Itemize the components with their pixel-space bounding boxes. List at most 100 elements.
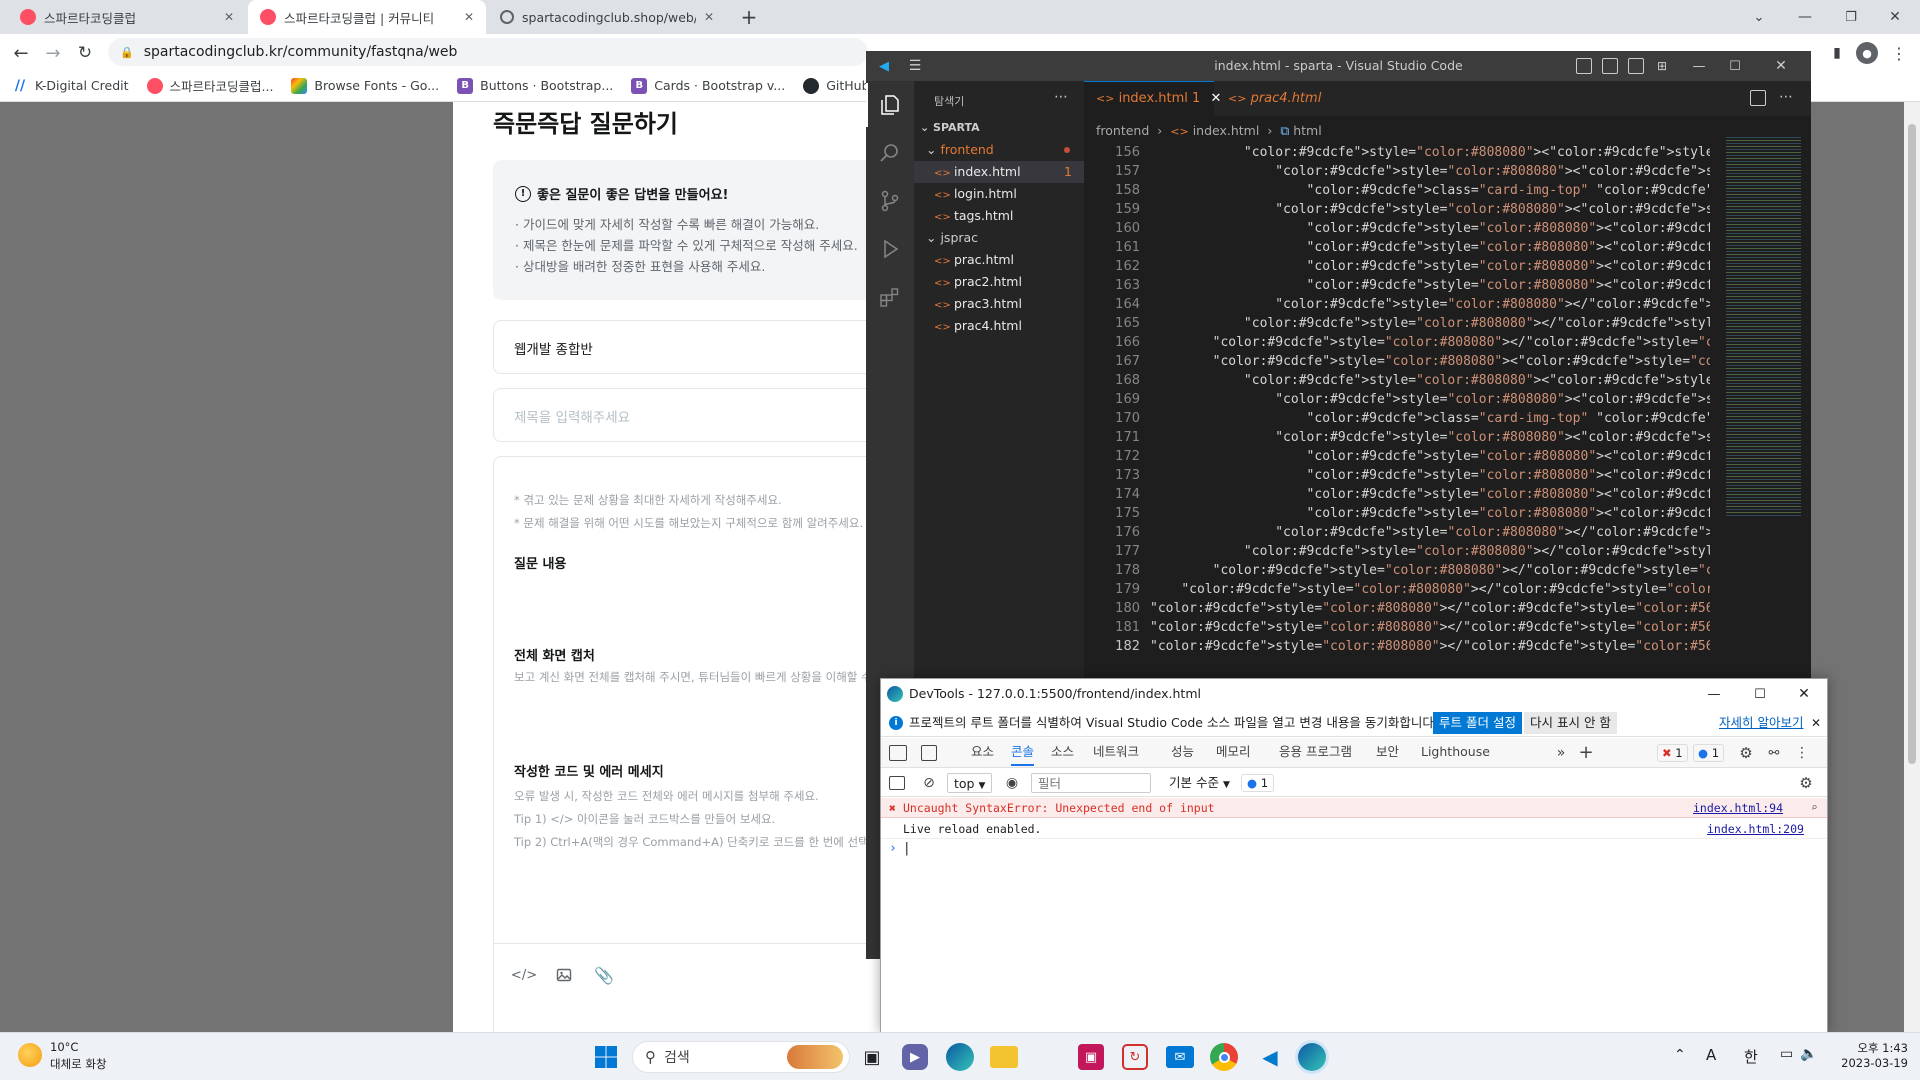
breadcrumb-item[interactable]: frontend [1096,123,1149,138]
vscode-icon[interactable]: ◀ [1254,1041,1286,1073]
maximize-icon[interactable]: ☐ [1751,685,1769,703]
back-icon[interactable]: ← [10,42,32,64]
more-tabs-icon[interactable]: » [1553,744,1569,762]
close-window-icon[interactable]: ✕ [1884,6,1906,28]
customize-layout-icon[interactable]: ⊞ [1654,58,1670,74]
breadcrumb-item[interactable]: index.html [1193,123,1260,138]
search-icon[interactable]: ⌕ [1811,798,1818,818]
edge-dev-icon[interactable] [1298,1043,1326,1071]
ime-mode[interactable]: A [1706,1046,1716,1064]
course-select[interactable]: 웹개발 종합반 [493,320,913,374]
volume-icon[interactable]: 🔈 [1800,1046,1817,1062]
learn-more-link[interactable]: 자세히 알아보기 [1719,709,1803,737]
bookmark[interactable]: 스파르타코딩클럽... [146,76,273,95]
close-icon[interactable]: ✕ [704,10,714,24]
app-icon[interactable]: ▣ [1078,1044,1104,1070]
devtools-tab[interactable]: 성능 [1171,738,1194,766]
tree-folder[interactable]: ⌄ jsprac [914,227,1084,249]
toggle-secondary-sidebar-icon[interactable] [1628,58,1644,74]
minimize-icon[interactable]: — [1794,6,1816,28]
devtools-tab[interactable]: 메모리 [1216,738,1251,766]
task-view-icon[interactable]: ▣ [856,1041,888,1073]
search-icon[interactable] [878,141,902,165]
close-window-icon[interactable]: ✕ [1795,685,1813,703]
address-bar[interactable]: 🔒 spartacodingclub.kr/community/fastqna/… [108,38,868,66]
tab-search-icon[interactable]: ⌄ [1748,6,1770,28]
restore-icon[interactable]: ❐ [1840,6,1862,28]
tree-file[interactable]: <> prac2.html [914,271,1084,293]
console-prompt[interactable]: › | [889,841,911,856]
source-link[interactable]: index.html:94 [1693,798,1783,818]
browser-tab-active[interactable]: 스파르타코딩클럽 | 커뮤니티 ✕ [248,0,486,34]
tree-file[interactable]: <> login.html [914,183,1084,205]
minimize-icon[interactable]: — [1690,57,1708,75]
editor-tab-active[interactable]: <> index.html 1 ✕ [1084,81,1221,116]
tree-file[interactable]: <> prac3.html [914,293,1084,315]
context-select[interactable]: top ▼ [947,773,993,793]
chrome-icon[interactable] [1210,1043,1238,1071]
bookmark[interactable]: B Buttons · Bootstrap... [457,77,613,94]
mail-icon[interactable]: ✉ [1166,1046,1194,1068]
bookmark[interactable]: Browse Fonts - Go... [291,77,439,94]
minimap[interactable] [1726,137,1801,517]
console-settings-icon[interactable]: ⚙ [1797,774,1815,792]
devtools-tab[interactable]: 소스 [1051,738,1074,766]
menu-icon[interactable]: ⋮ [1888,42,1910,64]
devtools-tab[interactable]: 네트워크 [1093,738,1139,766]
connection-icon[interactable]: ⚯ [1765,744,1783,762]
app-icon[interactable]: ↻ [1122,1044,1148,1070]
close-icon[interactable]: ✕ [224,10,234,24]
reload-icon[interactable]: ↻ [74,42,96,64]
tree-folder[interactable]: ⌄ frontend [914,139,1084,161]
run-debug-icon[interactable] [878,237,902,261]
attachment-icon[interactable]: 📎 [592,963,616,987]
taskbar-search[interactable]: ⚲ 검색 [632,1041,850,1073]
more-actions-icon[interactable]: ⋯ [1778,89,1794,105]
split-editor-icon[interactable] [1750,90,1766,106]
close-window-icon[interactable]: ✕ [1772,57,1790,75]
browser-tab[interactable]: spartacodingclub.shop/web/api/ ✕ [488,0,726,34]
live-expression-eye-icon[interactable]: ◉ [1003,775,1021,791]
code-editor[interactable]: "color:#9cdcfe">style="color:#808080"><"… [1150,143,1710,663]
source-control-icon[interactable] [878,189,902,213]
device-emulation-icon[interactable] [921,745,937,761]
bookmark[interactable]: // K-Digital Credit [12,78,129,94]
log-level-select[interactable]: 기본 수준 ▼ [1163,773,1236,793]
maximize-icon[interactable]: ☐ [1726,57,1744,75]
profile-avatar[interactable]: ● [1856,42,1878,64]
filter-input[interactable]: 필터 [1031,773,1151,793]
issues-counter[interactable]: ● 1 [1241,774,1275,792]
tree-file[interactable]: <> prac4.html [914,315,1084,337]
workspace-root[interactable]: ⌄ SPARTA [920,121,980,134]
file-explorer-icon[interactable] [990,1046,1018,1068]
more-actions-icon[interactable]: ⋮ [1793,744,1811,762]
clock-time[interactable]: 오후 1:43 [1838,1040,1908,1056]
title-input[interactable]: 제목을 입력해주세요 [493,388,913,442]
sidebar-icon[interactable]: ▮ [1826,42,1848,64]
devtools-tab[interactable]: Lighthouse [1421,738,1490,766]
source-link[interactable]: index.html:209 [1707,819,1804,839]
more-actions-icon[interactable]: ⋯ [1054,89,1068,105]
teams-chat-icon[interactable]: ▶ [902,1044,928,1070]
windows-start-icon[interactable] [590,1041,622,1073]
devtools-tab[interactable]: 응용 프로그램 [1279,738,1352,766]
dont-show-again-button[interactable]: 다시 표시 안 함 [1524,712,1617,734]
page-scrollbar[interactable] [1904,102,1920,1032]
network-icon[interactable]: ▭ [1780,1046,1793,1062]
scrollbar-thumb[interactable] [1908,124,1916,764]
bookmark[interactable]: GitHub [803,77,870,94]
code-block-icon[interactable]: </> [511,963,537,987]
devtools-tab[interactable]: 콘솔 [1011,738,1035,766]
devtools-tab[interactable]: 요소 [971,738,994,766]
devtools-tab[interactable]: 보안 [1376,738,1399,766]
info-counter[interactable]: ● 1 [1693,744,1725,762]
clock-date[interactable]: 2023-03-19 [1838,1056,1908,1070]
close-icon[interactable]: ✕ [1809,715,1823,731]
new-tab-icon[interactable]: + [738,5,760,29]
image-icon[interactable] [552,963,576,987]
toggle-sidebar-icon[interactable] [1576,58,1592,74]
settings-gear-icon[interactable]: ⚙ [1737,744,1755,762]
tree-file[interactable]: <> index.html 1 [914,161,1084,183]
edge-icon[interactable] [946,1043,974,1071]
clear-console-icon[interactable]: ⊘ [921,775,937,791]
